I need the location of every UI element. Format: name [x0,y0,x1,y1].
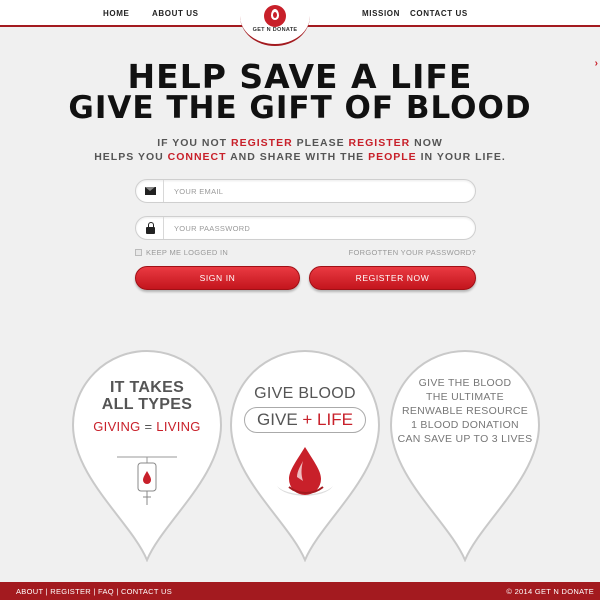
password-field[interactable] [135,216,476,240]
password-input[interactable] [174,221,464,235]
logo-text: GET N DONATE [252,27,298,33]
tagline-highlight: REGISTER [231,137,293,149]
fact-line: THE ULTIMATE [426,391,504,403]
fact-line: CAN SAVE UP TO 3 LIVES [397,433,533,445]
footer-faq-link[interactable]: FAQ [98,587,114,596]
fact-line: GIVE THE BLOOD [418,377,512,389]
logo-drop-icon [264,5,286,27]
footer-links: ABOUT | REGISTER | FAQ | CONTACT US [16,587,172,596]
giving-word: GIVING [93,419,141,434]
living-word: LIVING [156,419,201,434]
footer-about-link[interactable]: ABOUT [16,587,43,596]
email-input[interactable] [174,184,464,198]
envelope-icon [145,187,156,195]
password-icon-box [136,217,164,239]
nav-home-link[interactable]: HOME [103,9,129,18]
tagline-line-2: HELPS YOU CONNECT AND SHARE WITH THE PEO… [0,151,600,163]
tagline-segment: IN YOUR LIFE. [416,151,506,163]
types-line-1: IT TAKES [109,379,185,396]
types-line-2: ALL TYPES [101,396,193,413]
footer-separator: | [93,587,96,596]
footer-copyright: © 2014 GET N DONATE [506,587,594,596]
pin-facts: GIVE THE BLOOD THE ULTIMATE RENWABLE RES… [389,347,541,562]
pin-give-blood: GIVE BLOOD GIVE + LIFE [229,347,381,562]
register-now-button[interactable]: REGISTER NOW [309,266,476,290]
email-icon-box [136,180,164,202]
tagline-segment: NOW [410,137,443,149]
nav-about-link[interactable]: ABOUT US [152,9,199,18]
remember-checkbox[interactable] [135,249,142,256]
tagline-highlight: REGISTER [348,137,411,149]
nav-mission-link[interactable]: MISSION [362,9,400,18]
footer-separator: | [116,587,119,596]
equals-sign: = [140,419,157,434]
tagline-segment: HELPS YOU [94,151,168,163]
tagline-segment: IF YOU NOT [157,137,231,149]
remember-label: KEEP ME LOGGED IN [146,248,229,257]
give-word: GIVE [257,410,298,429]
pin-all-types: IT TAKES ALL TYPES GIVING = LIVING [71,347,223,562]
footer-register-link[interactable]: REGISTER [50,587,91,596]
forgot-password-link[interactable]: FORGOTTEN YOUR PASSWORD? [300,248,476,257]
footer-contact-link[interactable]: CONTACT US [121,587,172,596]
remember-me[interactable]: KEEP ME LOGGED IN [135,248,228,257]
footer-separator: | [45,587,48,596]
tagline-highlight: CONNECT [167,151,227,163]
give-blood-title: GIVE BLOOD [254,385,356,402]
tagline-highlight: PEOPLE [368,151,417,163]
give-life-pill: GIVE + LIFE [244,407,366,433]
plus-life-word: + LIFE [302,410,353,429]
sign-in-button[interactable]: SIGN IN [135,266,300,290]
lock-icon [146,222,155,234]
tagline-line-1: IF YOU NOT REGISTER PLEASE REGISTER NOW [0,137,600,149]
pin-shape [229,350,381,562]
email-field[interactable] [135,179,476,203]
tagline-segment: AND SHARE WITH THE [226,151,369,163]
giving-living-line: GIVING = LIVING [71,419,223,434]
footer-bar: ABOUT | REGISTER | FAQ | CONTACT US © 20… [0,582,600,600]
tagline-segment: PLEASE [292,137,349,149]
hero-title-line-2: GIVE THE GIFT OF BLOOD [68,90,532,126]
nav-contact-link[interactable]: CONTACT US [410,9,468,18]
fact-line: 1 BLOOD DONATION [411,419,519,431]
fact-line: RENWABLE RESOURCE [401,405,529,417]
